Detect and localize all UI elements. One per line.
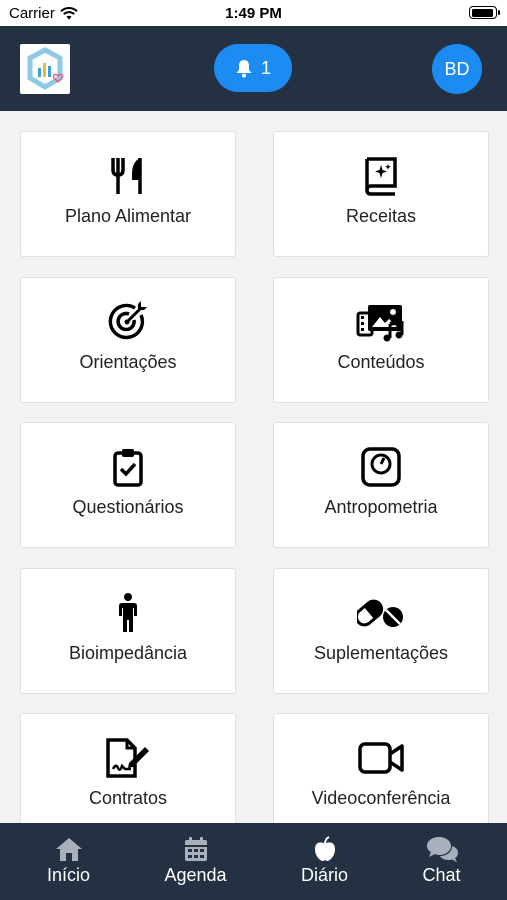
menu-item-label: Contratos	[88, 788, 168, 808]
menu-item-contratos[interactable]: Contratos	[20, 713, 236, 823]
tab-chat[interactable]: Chat	[378, 823, 505, 900]
tab-agenda[interactable]: Agenda	[132, 823, 259, 900]
tab-label: Chat	[422, 865, 461, 885]
bell-icon	[236, 59, 252, 77]
menu-item-orientacoes[interactable]: Orientações	[20, 277, 236, 403]
notifications-button[interactable]: 1	[214, 44, 292, 92]
menu-item-antropometria[interactable]: Antropometria	[273, 422, 489, 548]
tab-label: Início	[46, 865, 91, 885]
menu-item-videoconferencia[interactable]: Videoconferência	[273, 713, 489, 823]
menu-item-label: Orientações	[79, 352, 177, 372]
chat-icon	[426, 837, 458, 862]
menu-item-receitas[interactable]: Receitas	[273, 131, 489, 257]
status-bar: Carrier 1:49 PM	[0, 0, 507, 26]
app-logo	[20, 44, 70, 94]
logo-icon	[27, 47, 64, 90]
recipe-book-icon	[365, 157, 397, 196]
menu-item-label: Antropometria	[324, 497, 438, 517]
target-icon	[108, 301, 147, 340]
app-header: 1 BD	[0, 26, 507, 111]
tab-diario[interactable]: Diário	[261, 823, 388, 900]
media-icon	[356, 305, 404, 342]
apple-icon	[314, 836, 335, 861]
menu-item-questionarios[interactable]: Questionários	[20, 422, 236, 548]
user-avatar[interactable]: BD	[432, 44, 482, 94]
contract-icon	[106, 738, 149, 778]
utensils-icon	[111, 158, 142, 194]
tab-label: Agenda	[164, 865, 227, 885]
calendar-icon	[184, 837, 207, 861]
menu-item-label: Conteúdos	[337, 352, 425, 372]
menu-item-bioimpedancia[interactable]: Bioimpedância	[20, 568, 236, 694]
home-icon	[55, 838, 82, 861]
menu-item-suplementacoes[interactable]: Suplementações	[273, 568, 489, 694]
menu-item-plano-alimentar[interactable]: Plano Alimentar	[20, 131, 236, 257]
pills-icon	[357, 599, 403, 627]
person-icon	[119, 593, 137, 632]
battery-icon	[469, 6, 500, 19]
menu-item-conteudos[interactable]: Conteúdos	[273, 277, 489, 403]
video-camera-icon	[358, 742, 404, 774]
menu-item-label: Receitas	[345, 206, 417, 226]
menu-item-label: Plano Alimentar	[64, 206, 192, 226]
tab-label: Diário	[300, 865, 348, 885]
status-time: 1:49 PM	[225, 5, 282, 22]
bottom-tab-bar: Início Agenda Diário Chat	[0, 823, 507, 900]
menu-item-label: Questionários	[72, 497, 184, 517]
notification-count: 1	[260, 57, 271, 78]
clipboard-check-icon	[113, 449, 143, 487]
scale-icon	[361, 447, 401, 487]
tab-inicio[interactable]: Início	[5, 823, 132, 900]
menu-item-label: Bioimpedância	[68, 643, 188, 663]
menu-item-label: Suplementações	[313, 643, 449, 663]
menu-item-label: Videoconferência	[311, 788, 451, 808]
menu-grid: Plano Alimentar Receitas Orientações Con…	[0, 111, 507, 823]
